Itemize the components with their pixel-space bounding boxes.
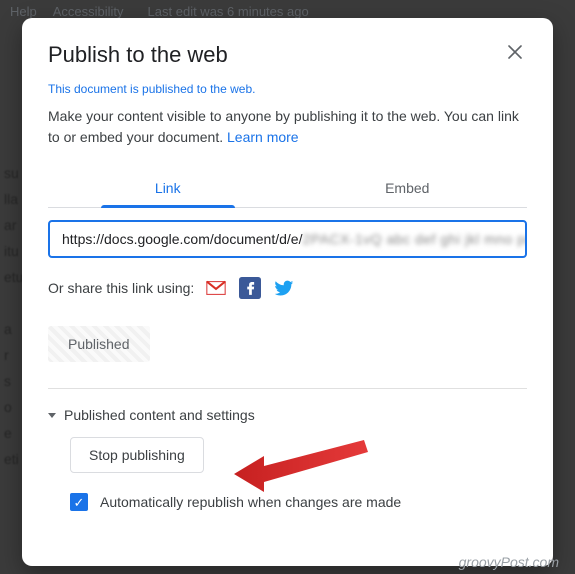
publish-status-text: This document is published to the web. — [48, 82, 527, 96]
close-icon — [507, 44, 523, 60]
twitter-icon[interactable] — [272, 276, 296, 300]
annotation-arrow — [234, 436, 384, 496]
gmail-icon[interactable] — [204, 276, 228, 300]
auto-republish-label: Automatically republish when changes are… — [100, 494, 401, 510]
facebook-icon[interactable] — [238, 276, 262, 300]
watermark: groovyPost.com — [459, 554, 559, 570]
background-menu: Help Accessibility Last edit was 6 minut… — [0, 4, 575, 19]
stop-publishing-button[interactable]: Stop publishing — [70, 437, 204, 473]
background-doc-text: su lla ar itu etu a r s o e eti — [4, 160, 23, 472]
share-label: Or share this link using: — [48, 280, 194, 296]
published-status-badge: Published — [48, 326, 150, 362]
tab-bar: Link Embed — [48, 170, 527, 208]
dialog-title: Publish to the web — [48, 42, 228, 68]
dialog-description: Make your content visible to anyone by p… — [48, 106, 527, 148]
published-url-input[interactable]: https://docs.google.com/document/d/e/2PA… — [48, 220, 527, 258]
close-button[interactable] — [503, 42, 527, 66]
tab-link[interactable]: Link — [48, 170, 288, 208]
bg-last-edit: Last edit was 6 minutes ago — [148, 4, 309, 19]
section-divider — [48, 388, 527, 389]
caret-down-icon — [48, 413, 56, 418]
auto-republish-checkbox[interactable]: ✓ — [70, 493, 88, 511]
learn-more-link[interactable]: Learn more — [227, 129, 299, 145]
settings-header-label: Published content and settings — [64, 407, 255, 423]
url-obscured-part: 2PACX-1vQ abc def ghi jkl mno pqr — [302, 231, 527, 247]
bg-menu-help: Help — [10, 4, 37, 19]
published-content-settings-toggle[interactable]: Published content and settings — [48, 407, 527, 423]
check-icon: ✓ — [74, 496, 85, 509]
url-visible-part: https://docs.google.com/document/d/e/ — [62, 231, 302, 247]
tab-embed[interactable]: Embed — [288, 170, 528, 208]
bg-menu-accessibility: Accessibility — [53, 4, 124, 19]
publish-to-web-dialog: Publish to the web This document is publ… — [22, 18, 553, 566]
